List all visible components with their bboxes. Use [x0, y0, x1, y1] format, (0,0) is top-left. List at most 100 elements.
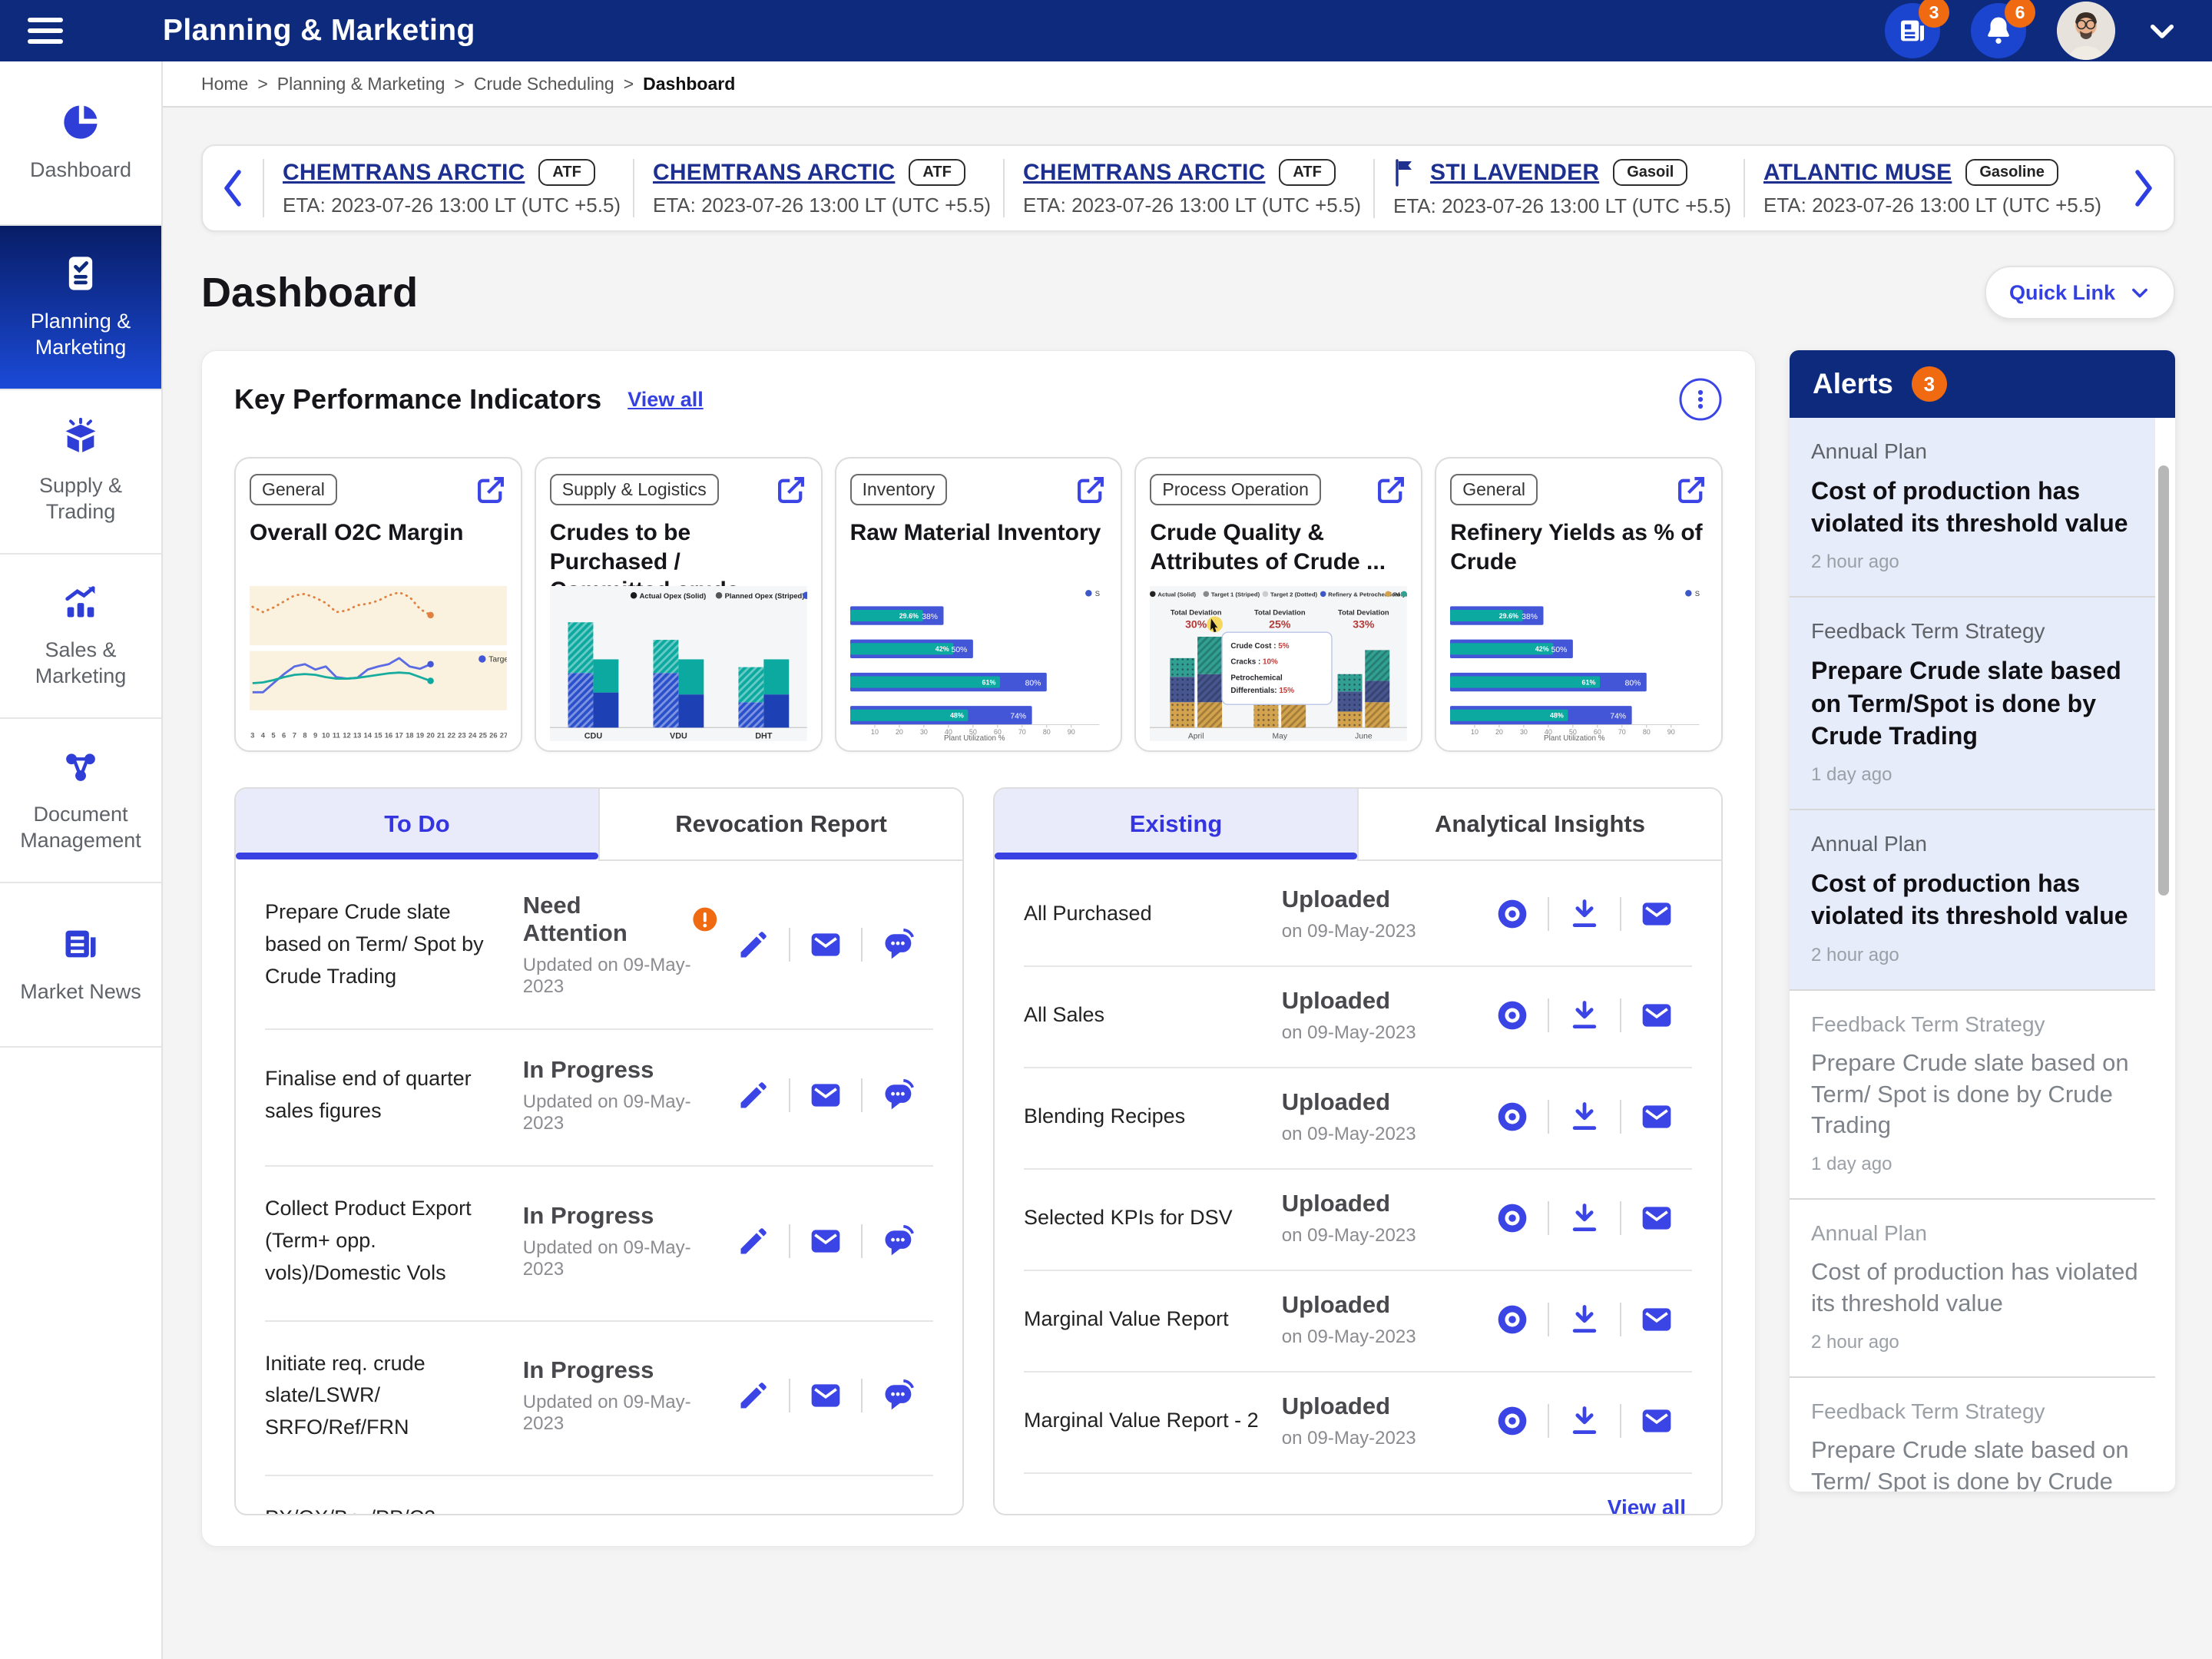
view-button[interactable] — [1477, 1100, 1548, 1134]
mail-button[interactable] — [789, 1078, 861, 1112]
external-link-icon[interactable] — [475, 474, 507, 506]
tab-analytical-insights[interactable]: Analytical Insights — [1357, 789, 1721, 861]
chat-button[interactable] — [861, 1224, 933, 1258]
external-link-icon[interactable] — [775, 474, 807, 506]
kpi-menu-button[interactable] — [1678, 377, 1723, 422]
chat-button[interactable] — [861, 928, 933, 962]
chevron-left-icon — [224, 170, 241, 207]
download-button[interactable] — [1548, 1404, 1620, 1438]
quick-link-button[interactable]: Quick Link — [1984, 266, 2175, 320]
alerts-title: Alerts — [1813, 368, 1893, 399]
notifications-button[interactable]: 6 — [1971, 0, 2035, 58]
view-button[interactable] — [1477, 1404, 1548, 1438]
todo-item-title: Collect Product Export (Term+ opp. vols)… — [265, 1197, 472, 1284]
edit-button[interactable] — [718, 1078, 789, 1112]
svg-text:48%: 48% — [950, 711, 964, 719]
ticker-prev-button[interactable] — [203, 167, 263, 209]
svg-text:8: 8 — [303, 730, 306, 739]
download-button[interactable] — [1548, 1100, 1620, 1134]
mail-button[interactable] — [1620, 1201, 1692, 1235]
edit-button[interactable] — [718, 1379, 789, 1412]
external-link-icon[interactable] — [1075, 474, 1107, 506]
todo-item-status: Need Attention — [522, 892, 628, 946]
tab-existing[interactable]: Existing — [995, 789, 1357, 859]
external-link-icon[interactable] — [1675, 474, 1707, 506]
app-root: Planning & Marketing 3 6 Dashboard Plann… — [0, 0, 2212, 1659]
download-button[interactable] — [1548, 998, 1620, 1032]
mail-button[interactable] — [1620, 897, 1692, 931]
todo-list: Prepare Crude slate based on Term/ Spot … — [236, 861, 962, 1514]
existing-row: Blending Recipes Uploaded on 09-May-2023 — [1024, 1068, 1692, 1170]
page-title: Dashboard — [201, 270, 419, 316]
vessel-name-link[interactable]: CHEMTRANS ARCTIC — [653, 160, 895, 186]
sidebar-item-planning-marketing[interactable]: Planning & Marketing — [0, 226, 161, 390]
svg-text:Target: Target — [488, 656, 507, 664]
existing-item-updated: on 09-May-2023 — [1281, 1124, 1416, 1144]
download-button[interactable] — [1548, 897, 1620, 931]
mail-button[interactable] — [789, 1224, 861, 1258]
crudes-purchased-chart: Actual Opex (Solid) Planned Opex (Striped… — [549, 585, 807, 741]
edit-button[interactable] — [718, 928, 789, 962]
main-content: CHEMTRANS ARCTIC ATF ETA: 2023-07-26 13:0… — [163, 108, 2212, 1659]
breadcrumb-planning-marketing[interactable]: Planning & Marketing — [277, 74, 445, 94]
tab-to-do[interactable]: To Do — [236, 789, 598, 859]
view-button[interactable] — [1477, 998, 1548, 1032]
vessel-eta: ETA: 2023-07-26 13:00 LT (UTC +5.5) — [1023, 194, 1362, 217]
alert-item[interactable]: Annual Plan Cost of production has viola… — [1790, 418, 2155, 598]
alert-item[interactable]: Feedback Term Strategy Prepare Crude sla… — [1790, 598, 2155, 811]
mail-button[interactable] — [1620, 1404, 1692, 1438]
svg-text:80%: 80% — [1025, 679, 1041, 687]
chat-button[interactable] — [861, 1379, 933, 1413]
existing-view-all-link[interactable]: View all — [1608, 1495, 1686, 1514]
avatar[interactable] — [2057, 2, 2115, 60]
external-link-icon[interactable] — [1375, 474, 1407, 506]
breadcrumb-home[interactable]: Home — [201, 74, 248, 94]
svg-text:22: 22 — [448, 730, 455, 739]
sidebar-item-supply-trading[interactable]: Supply & Trading — [0, 390, 161, 555]
view-button[interactable] — [1477, 1303, 1548, 1336]
alert-item[interactable]: Annual Plan Cost of production has viola… — [1790, 1200, 2155, 1379]
edit-button[interactable] — [718, 1224, 789, 1258]
news-button[interactable]: 3 — [1885, 0, 1949, 58]
sidebar-item-dashboard[interactable]: Dashboard — [0, 61, 161, 226]
existing-panel: Existing Analytical Insights All Purchas… — [993, 787, 1723, 1515]
mail-button[interactable] — [789, 1379, 861, 1413]
view-button[interactable] — [1477, 1201, 1548, 1235]
view-button[interactable] — [1477, 897, 1548, 931]
existing-tabs: Existing Analytical Insights — [995, 789, 1721, 861]
breadcrumb-crude-scheduling[interactable]: Crude Scheduling — [474, 74, 614, 94]
ticker-vessel: STI LAVENDER Gasoil ETA: 2023-07-26 13:00… — [1373, 158, 1743, 218]
alerts-scrollbar[interactable] — [2158, 465, 2169, 896]
ticker-next-button[interactable] — [2114, 167, 2174, 209]
chat-button[interactable] — [861, 1078, 933, 1112]
svg-text:20: 20 — [1495, 728, 1503, 736]
download-button[interactable] — [1548, 1303, 1620, 1336]
svg-text:30: 30 — [920, 728, 928, 736]
vessel-name-link[interactable]: CHEMTRANS ARCTIC — [283, 160, 525, 186]
sidebar-item-sales-marketing[interactable]: Sales & Marketing — [0, 555, 161, 719]
svg-text:42%: 42% — [935, 645, 949, 653]
sidebar-item-market-news[interactable]: Market News — [0, 883, 161, 1048]
chevron-down-icon[interactable] — [2146, 15, 2178, 47]
svg-text:20: 20 — [896, 728, 903, 736]
vessel-name-link[interactable]: CHEMTRANS ARCTIC — [1023, 160, 1265, 186]
svg-text:13: 13 — [353, 730, 361, 739]
svg-text:80: 80 — [1042, 728, 1050, 736]
mail-button[interactable] — [1620, 1100, 1692, 1134]
todo-row: Initiate req. crude slate/LSWR/ SRFO/Ref… — [265, 1322, 933, 1477]
alert-item[interactable]: Feedback Term Strategy Prepare Crude sla… — [1790, 991, 2155, 1200]
alert-item[interactable]: Feedback Term Strategy Prepare Crude sla… — [1790, 1378, 2155, 1492]
vessel-name-link[interactable]: STI LAVENDER — [1430, 160, 1599, 186]
hamburger-menu-icon[interactable] — [28, 18, 63, 44]
mail-button[interactable] — [1620, 998, 1692, 1032]
download-button[interactable] — [1548, 1201, 1620, 1235]
chevron-right-icon — [2135, 170, 2152, 207]
mail-button[interactable] — [1620, 1303, 1692, 1336]
sidebar-item-document-management[interactable]: Document Management — [0, 719, 161, 883]
tab-revocation-report[interactable]: Revocation Report — [598, 789, 962, 861]
vessel-name-link[interactable]: ATLANTIC MUSE — [1763, 160, 1952, 186]
kpi-view-all-link[interactable]: View all — [628, 388, 704, 412]
alert-item[interactable]: Annual Plan Cost of production has viola… — [1790, 810, 2155, 991]
mail-button[interactable] — [789, 928, 861, 962]
kpi-category-badge: General — [1450, 474, 1538, 505]
